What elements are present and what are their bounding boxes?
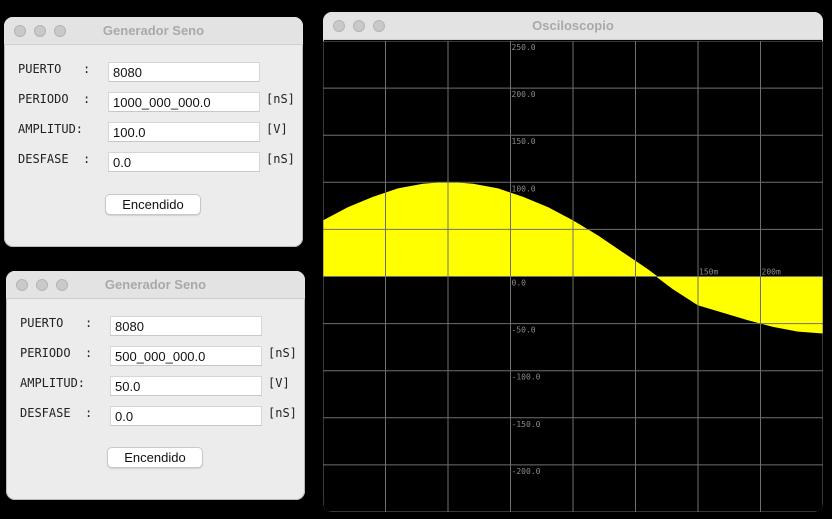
amplitude-unit: [V] (268, 376, 290, 390)
period-label: PERIODO : (18, 92, 91, 106)
power-button[interactable]: Encendido (107, 447, 203, 468)
minimize-dot-icon[interactable] (36, 279, 48, 291)
amplitude-input[interactable]: 100.0 (108, 122, 260, 142)
period-label: PERIODO : (20, 346, 93, 360)
minimize-dot-icon[interactable] (353, 20, 365, 32)
power-button[interactable]: Encendido (105, 194, 201, 215)
amplitude-label: AMPLITUD: (18, 122, 84, 136)
x-tick-label: 150m (699, 268, 718, 277)
minimize-dot-icon[interactable] (34, 25, 46, 37)
period-input[interactable]: 1000_000_000.0 (108, 92, 260, 112)
phase-row: DESFASE : 0.0 [nS] (18, 150, 303, 172)
close-dot-icon[interactable] (14, 25, 26, 37)
period-row: PERIODO : 500_000_000.0 [nS] (20, 344, 305, 366)
y-tick-label: 250.0 (512, 43, 536, 52)
close-dot-icon[interactable] (16, 279, 28, 291)
amplitude-row: AMPLITUD: 100.0 [V] (18, 120, 303, 142)
generator-window-2: Generador Seno PUERTO : 8080 PERIODO : 5… (6, 271, 305, 500)
phase-label: DESFASE : (18, 152, 91, 166)
y-tick-label: -150.0 (512, 420, 541, 429)
period-unit: [nS] (266, 92, 295, 106)
period-unit: [nS] (268, 346, 297, 360)
phase-unit: [nS] (268, 406, 297, 420)
period-input[interactable]: 500_000_000.0 (110, 346, 262, 366)
phase-input[interactable]: 0.0 (110, 406, 262, 426)
y-tick-label: -200.0 (512, 467, 541, 476)
x-tick-label: 200m (762, 268, 781, 277)
y-tick-label: 0.0 (512, 279, 527, 288)
title-bar[interactable]: Generador Seno (6, 271, 305, 299)
amplitude-row: AMPLITUD: 50.0 [V] (20, 374, 305, 396)
title-bar[interactable]: Generador Seno (4, 17, 303, 45)
zoom-dot-icon[interactable] (373, 20, 385, 32)
amplitude-label: AMPLITUD: (20, 376, 86, 390)
port-input[interactable]: 8080 (108, 62, 260, 82)
y-tick-label: -100.0 (512, 373, 541, 382)
amplitude-unit: [V] (266, 122, 288, 136)
oscilloscope-screen: 250.0 200.0 150.0 100.0 0.0 -50.0 -100.0 -150.0… (323, 41, 823, 512)
y-tick-label: 100.0 (512, 184, 536, 193)
window-title: Osciloscopio (532, 18, 614, 33)
phase-unit: [nS] (266, 152, 295, 166)
y-tick-label: -50.0 (512, 326, 536, 335)
amplitude-input[interactable]: 50.0 (110, 376, 262, 396)
generator-window-1: Generador Seno PUERTO : 8080 PERIODO : 1… (4, 17, 303, 247)
y-tick-label: 150.0 (512, 137, 536, 146)
port-label: PUERTO : (20, 316, 93, 330)
y-tick-label: 200.0 (512, 90, 536, 99)
phase-row: DESFASE : 0.0 [nS] (20, 404, 305, 426)
phase-label: DESFASE : (20, 406, 93, 420)
port-row: PUERTO : 8080 (18, 60, 303, 82)
port-row: PUERTO : 8080 (20, 314, 305, 336)
oscilloscope-window: Osciloscopio 250.0 200.0 150.0 100.0 0.0 -50.… (323, 12, 823, 512)
zoom-dot-icon[interactable] (54, 25, 66, 37)
close-dot-icon[interactable] (333, 20, 345, 32)
title-bar[interactable]: Osciloscopio (323, 12, 823, 40)
period-row: PERIODO : 1000_000_000.0 [nS] (18, 90, 303, 112)
port-label: PUERTO : (18, 62, 91, 76)
port-input[interactable]: 8080 (110, 316, 262, 336)
zoom-dot-icon[interactable] (56, 279, 68, 291)
phase-input[interactable]: 0.0 (108, 152, 260, 172)
